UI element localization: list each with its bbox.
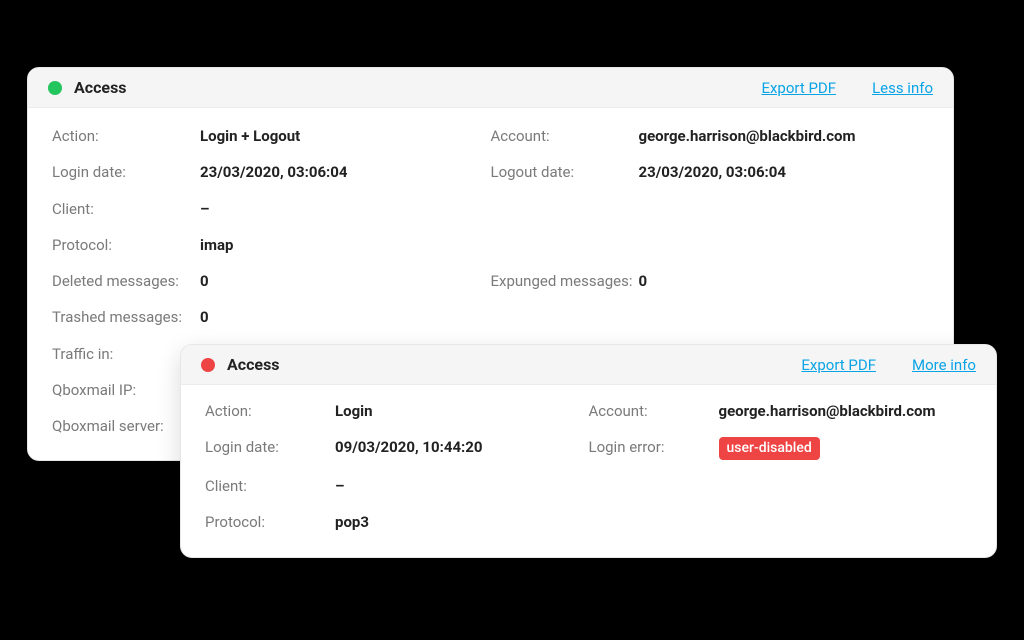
field-value: imap	[200, 235, 233, 255]
field-login-date: Login date: 09/03/2020, 10:44:20	[205, 429, 589, 468]
field-value: 0	[639, 271, 648, 291]
field-expunged-messages: Expunged messages: 0	[491, 263, 930, 299]
status-badge: user-disabled	[719, 437, 820, 460]
field-label: Client:	[52, 199, 200, 219]
field-login-date: Login date: 23/03/2020, 03:06:04	[52, 154, 491, 190]
field-label: Traffic in:	[52, 344, 200, 364]
field-label: Deleted messages:	[52, 271, 200, 291]
status-dot-red-icon	[201, 358, 215, 372]
field-label: Qboxmail server:	[52, 416, 200, 436]
toggle-info-link[interactable]: More info	[912, 356, 976, 374]
field-value: –	[335, 476, 344, 496]
field-label: Qboxmail IP:	[52, 380, 200, 400]
field-action: Action: Login + Logout	[52, 118, 491, 154]
field-value: 23/03/2020, 03:06:04	[200, 162, 348, 182]
field-label: Login date:	[52, 162, 200, 182]
field-label: Login error:	[589, 437, 719, 457]
card-title: Access	[227, 355, 280, 374]
field-label: Trashed messages:	[52, 307, 200, 327]
field-value: george.harrison@blackbird.com	[719, 401, 936, 421]
field-value: Login	[335, 401, 373, 421]
card-body: Action: Login Account: george.harrison@b…	[181, 385, 996, 557]
field-value: 0	[200, 307, 209, 327]
field-protocol: Protocol: imap	[52, 227, 491, 263]
access-card-collapsed: Access Export PDF More info Action: Logi…	[180, 344, 997, 558]
field-client: Client: –	[205, 468, 589, 504]
field-account: Account: george.harrison@blackbird.com	[589, 393, 973, 429]
field-label: Protocol:	[205, 512, 335, 532]
field-label: Action:	[205, 401, 335, 421]
export-pdf-link[interactable]: Export PDF	[761, 79, 836, 97]
card-title: Access	[74, 78, 127, 97]
field-account: Account: george.harrison@blackbird.com	[491, 118, 930, 154]
field-protocol: Protocol: pop3	[205, 504, 589, 540]
field-label: Protocol:	[52, 235, 200, 255]
field-label: Logout date:	[491, 162, 639, 182]
field-trashed-messages: Trashed messages: 0	[52, 299, 491, 335]
field-label: Account:	[491, 126, 639, 146]
field-logout-date: Logout date: 23/03/2020, 03:06:04	[491, 154, 930, 190]
field-label: Login date:	[205, 437, 335, 457]
card-header: Access Export PDF Less info	[28, 68, 953, 108]
field-label: Action:	[52, 126, 200, 146]
export-pdf-link[interactable]: Export PDF	[801, 356, 876, 374]
field-action: Action: Login	[205, 393, 589, 429]
toggle-info-link[interactable]: Less info	[872, 79, 933, 97]
field-value: 23/03/2020, 03:06:04	[639, 162, 787, 182]
field-label: Client:	[205, 476, 335, 496]
status-dot-green-icon	[48, 81, 62, 95]
field-value: 0	[200, 271, 209, 291]
field-login-error: Login error: user-disabled	[589, 429, 973, 468]
field-value: george.harrison@blackbird.com	[639, 126, 856, 146]
field-label: Expunged messages:	[491, 271, 639, 291]
field-value: 09/03/2020, 10:44:20	[335, 437, 483, 457]
field-label: Account:	[589, 401, 719, 421]
card-header: Access Export PDF More info	[181, 345, 996, 385]
field-value: Login + Logout	[200, 126, 300, 146]
field-client: Client: –	[52, 191, 491, 227]
field-value: –	[200, 199, 209, 219]
field-value: pop3	[335, 512, 369, 532]
field-deleted-messages: Deleted messages: 0	[52, 263, 491, 299]
